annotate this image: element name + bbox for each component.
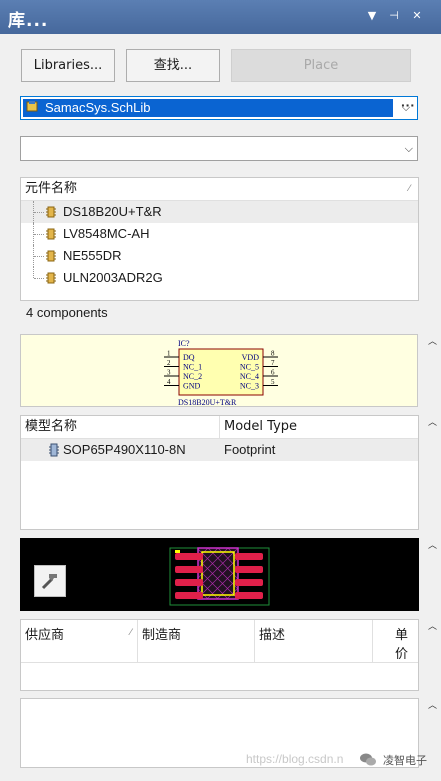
libraries-button[interactable]: Libraries... xyxy=(21,49,115,82)
collapse-preview-icon[interactable]: ︿ xyxy=(428,334,437,347)
panel-titlebar: 库... ▼ ⊣ ✕ xyxy=(0,0,441,34)
sort-icon: ⁄ xyxy=(408,184,410,194)
footprint-pad xyxy=(235,553,263,560)
footprint-pad xyxy=(175,579,203,586)
component-list-item[interactable]: LV8548MC-AH xyxy=(21,223,418,245)
watermark-url: https://blog.csdn.n xyxy=(246,752,344,766)
model-list-header: 模型名称 Model Type xyxy=(21,416,418,439)
component-name: ULN2003ADR2G xyxy=(63,270,163,285)
component-list-item[interactable]: ULN2003ADR2G xyxy=(21,267,418,289)
footprint-drawing xyxy=(169,547,270,606)
model-row[interactable]: SOP65P490X110-8N Footprint xyxy=(21,439,418,461)
component-icon xyxy=(46,250,56,262)
footprint-pad xyxy=(235,579,263,586)
pin-number: 7 xyxy=(271,359,275,367)
footprint-preview xyxy=(20,538,419,611)
body-outline xyxy=(197,547,239,600)
hammer-icon xyxy=(41,574,57,590)
component-icon xyxy=(46,206,56,218)
supplier-column[interactable]: 供应商 xyxy=(25,624,64,643)
pin-name: DQ xyxy=(183,353,195,362)
symbol-preview: IC? DS18B20U+T&R 1 DQ 2 NC_1 3 NC_2 4 GND 8 VDD 7… xyxy=(20,334,418,407)
footprint-pad xyxy=(175,566,203,573)
collapse-details-icon[interactable]: ︿ xyxy=(428,698,437,711)
footprint-tool-button[interactable] xyxy=(34,565,66,597)
pin-icon[interactable]: ⊣ xyxy=(386,8,402,24)
pin-number: 1 xyxy=(167,350,171,358)
collapse-supplier-icon[interactable]: ︿ xyxy=(428,619,437,632)
footprint-pad xyxy=(175,592,203,599)
component-icon xyxy=(46,272,56,284)
manufacturer-column[interactable]: 制造商 xyxy=(142,624,181,643)
pin-name: NC_3 xyxy=(240,382,259,391)
pin-name: VDD xyxy=(242,353,260,362)
library-select[interactable]: SamacSys.SchLib ⌵ xyxy=(20,96,418,120)
pin-number: 5 xyxy=(271,378,275,386)
component-name: NE555DR xyxy=(63,248,122,263)
component-list: 元件名称 ⁄ DS18B20U+T&R LV8548MC-AH NE555DR ULN… xyxy=(20,177,419,301)
pin-number: 8 xyxy=(271,350,275,358)
wechat-icon xyxy=(360,753,376,766)
component-list-item[interactable]: DS18B20U+T&R xyxy=(21,201,418,223)
component-list-header[interactable]: 元件名称 ⁄ xyxy=(21,178,418,201)
model-name-column[interactable]: 模型名称 xyxy=(25,416,77,438)
sort-icon: ⁄ xyxy=(130,628,132,638)
component-name: DS18B20U+T&R xyxy=(63,204,162,219)
model-name: SOP65P490X110-8N xyxy=(63,442,186,457)
place-button[interactable]: Place xyxy=(231,49,411,82)
supplier-table: 供应商 ⁄ 制造商 描述 单价 xyxy=(20,619,419,691)
chevron-down-icon[interactable]: ⌵ xyxy=(405,138,413,160)
schematic-symbol: IC? DS18B20U+T&R 1 DQ 2 NC_1 3 NC_2 4 GND 8 VDD 7… xyxy=(164,339,278,406)
menu-dropdown-icon[interactable]: ▼ xyxy=(364,8,380,24)
footprint-pad xyxy=(235,592,263,599)
library-icon xyxy=(26,101,38,112)
supplier-header: 供应商 ⁄ 制造商 描述 单价 xyxy=(21,620,418,663)
pin-name: NC_2 xyxy=(183,372,202,381)
watermark-brand: 凌智电子 xyxy=(383,754,427,767)
pin-name: NC_1 xyxy=(183,363,202,372)
panel-title: 库... xyxy=(8,11,49,31)
pin-name: NC_5 xyxy=(240,363,259,372)
pin-name: NC_4 xyxy=(240,372,259,381)
footprint-pad xyxy=(235,566,263,573)
component-icon xyxy=(46,228,56,240)
pin-number: 4 xyxy=(167,378,171,386)
close-icon[interactable]: ✕ xyxy=(409,8,425,24)
component-name-column: 元件名称 xyxy=(25,181,78,196)
pin-number: 3 xyxy=(167,369,171,377)
footprint-icon xyxy=(49,443,59,457)
more-options-button[interactable]: ··· xyxy=(397,96,419,118)
model-type: Footprint xyxy=(224,442,276,457)
component-name: LV8548MC-AH xyxy=(63,226,150,241)
library-select-value: SamacSys.SchLib xyxy=(23,99,393,117)
component-list-item[interactable]: NE555DR xyxy=(21,245,418,267)
symbol-designator: IC? xyxy=(178,339,190,348)
pin-name: GND xyxy=(183,382,201,391)
collapse-models-icon[interactable]: ︿ xyxy=(428,415,437,428)
model-list: 模型名称 Model Type SOP65P490X110-8N Footpri… xyxy=(20,415,419,530)
unit-price-column[interactable]: 单价 xyxy=(395,624,418,662)
pin-number: 2 xyxy=(167,359,171,367)
footprint-pad xyxy=(175,553,203,560)
filter-select[interactable]: ⌵ xyxy=(20,136,418,161)
description-column[interactable]: 描述 xyxy=(259,624,285,643)
search-button[interactable]: 查找... xyxy=(126,49,220,82)
pin-number: 6 xyxy=(271,369,275,377)
symbol-name: DS18B20U+T&R xyxy=(178,398,237,406)
pin1-marker xyxy=(175,550,180,553)
component-count: 4 components xyxy=(26,305,108,320)
model-type-column[interactable]: Model Type xyxy=(224,416,297,438)
collapse-footprint-icon[interactable]: ︿ xyxy=(428,538,437,551)
